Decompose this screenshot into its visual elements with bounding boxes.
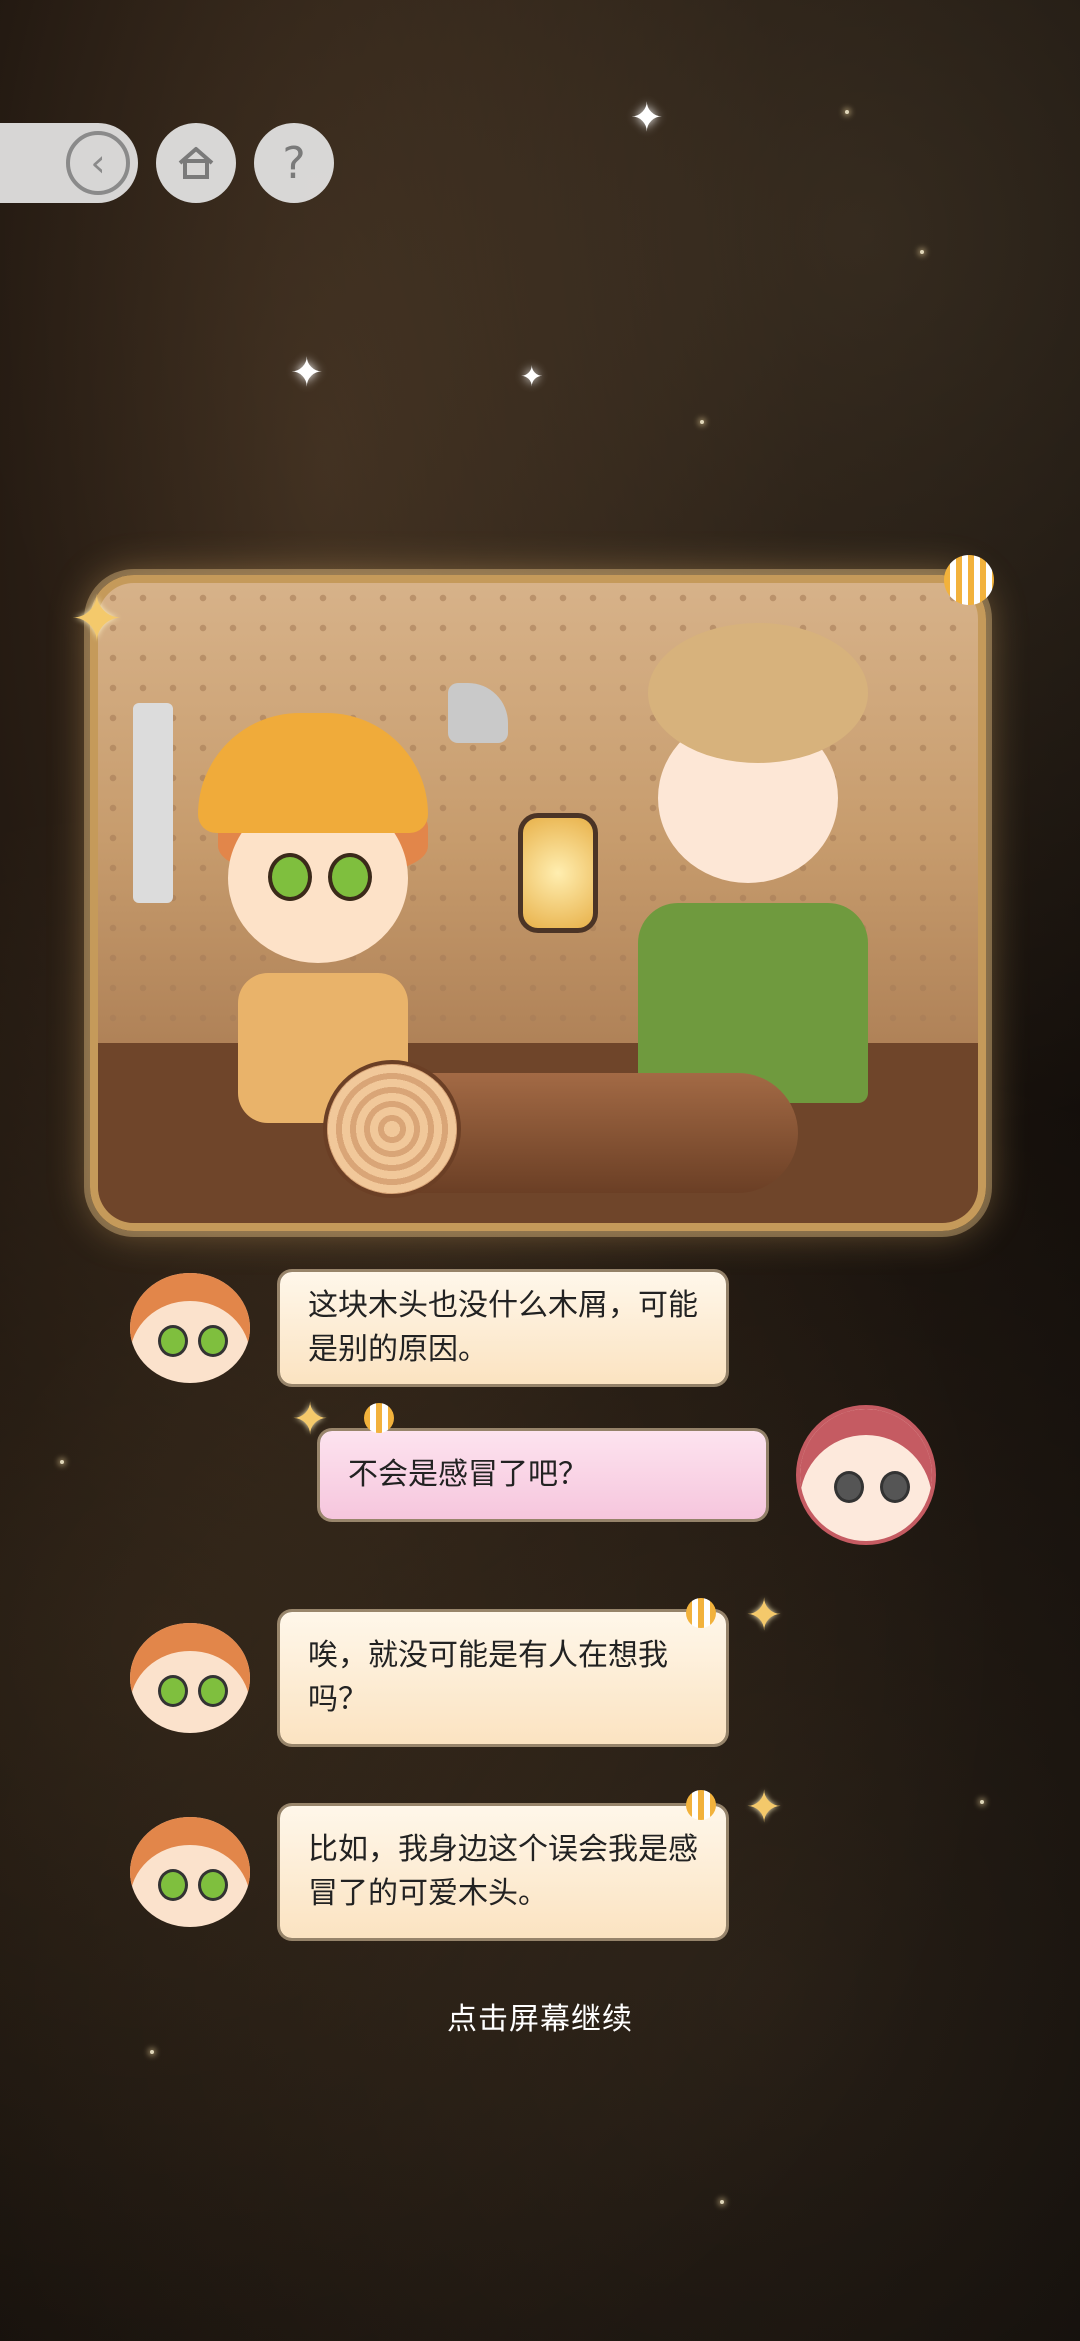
sparkle-star-icon: ✦ [290, 350, 324, 396]
help-label: ? [282, 137, 306, 189]
home-button[interactable] [156, 123, 236, 203]
message-bubble: 这块木头也没什么木屑，可能是别的原因。 [280, 1272, 726, 1384]
sparkle [60, 1460, 64, 1464]
message-text: 这块木头也没什么木屑，可能是别的原因。 [308, 1288, 698, 1367]
sparkle [150, 2050, 154, 2054]
sparkle-star-icon: ✦ [630, 95, 664, 141]
sparkle [700, 420, 704, 424]
girl-straw-hat [648, 623, 868, 763]
message-row: 比如，我身边这个误会我是感冒了的可爱木头。 [130, 1806, 726, 1938]
sparkle [720, 2200, 724, 2204]
top-nav: ‹ ? [0, 120, 334, 206]
gold-star-icon: ✦ [745, 1782, 783, 1833]
sparkle [980, 1800, 984, 1804]
gold-bead-icon [686, 1790, 716, 1820]
eye [328, 853, 372, 901]
girl-character [618, 623, 908, 1103]
gold-bead-icon [944, 555, 994, 605]
lantern-icon [518, 813, 598, 933]
story-illustration [90, 575, 986, 1231]
message-bubble: 不会是感冒了吧？ [320, 1431, 766, 1519]
message-bubble: 唉，就没可能是有人在想我吗？ [280, 1612, 726, 1744]
eye [268, 853, 312, 901]
saw-icon [133, 703, 173, 903]
boy-hat [198, 713, 428, 833]
help-button[interactable]: ? [254, 123, 334, 203]
message-row: 不会是感冒了吧？ [320, 1405, 936, 1545]
sparkle-star-icon: ✦ [520, 360, 544, 393]
boy-avatar [130, 1623, 250, 1733]
gold-star-icon: ✦ [291, 1394, 329, 1445]
message-text: 比如，我身边这个误会我是感冒了的可爱木头。 [308, 1832, 698, 1911]
home-icon [178, 147, 214, 179]
wood-log-end [323, 1060, 461, 1198]
message-text: 唉，就没可能是有人在想我吗？ [308, 1638, 668, 1717]
gold-star-icon: ✦ [70, 583, 124, 657]
back-button[interactable]: ‹ [0, 123, 138, 203]
message-row: 这块木头也没什么木屑，可能是别的原因。 [130, 1272, 726, 1384]
boy-avatar [130, 1273, 250, 1383]
gold-bead-icon [364, 1403, 394, 1433]
sparkle [845, 110, 849, 114]
gold-star-icon: ✦ [745, 1590, 783, 1641]
sparkle [920, 250, 924, 254]
gold-bead-icon [686, 1598, 716, 1628]
boy-character [198, 713, 428, 1123]
message-bubble: 比如，我身边这个误会我是感冒了的可爱木头。 [280, 1806, 726, 1938]
message-row: 唉，就没可能是有人在想我吗？ [130, 1612, 726, 1744]
tap-to-continue-hint[interactable]: 点击屏幕继续 [0, 1994, 1080, 2038]
girl-avatar [796, 1405, 936, 1545]
boy-avatar [130, 1817, 250, 1927]
back-circle-icon: ‹ [66, 131, 130, 195]
message-text: 不会是感冒了吧？ [348, 1457, 588, 1492]
